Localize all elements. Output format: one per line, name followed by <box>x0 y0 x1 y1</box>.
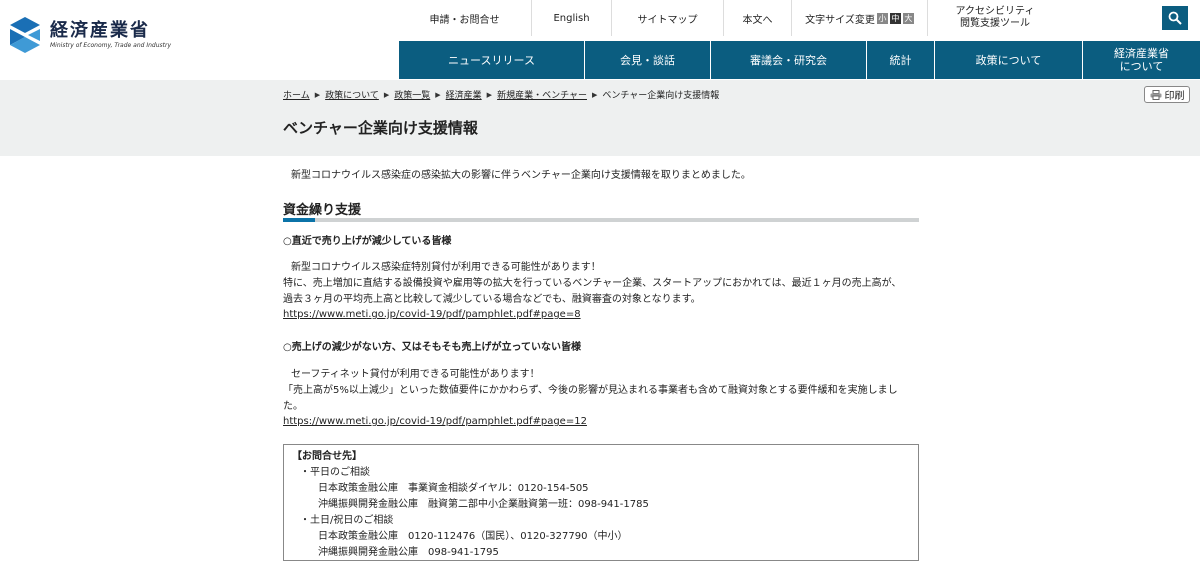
breadcrumb-venture[interactable]: 新規産業・ベンチャー <box>497 88 587 101</box>
site-logo[interactable]: 経済産業省 Ministry of Economy, Trade and Ind… <box>6 15 171 55</box>
contact-weekday-label: ・平日のご相談 <box>300 467 370 478</box>
section-divider-accent <box>283 218 315 222</box>
breadcrumb-arrow-icon: ▶ <box>486 90 493 99</box>
breadcrumb-home[interactable]: ホーム <box>283 88 310 101</box>
font-size-large-button[interactable]: 大 <box>902 12 914 24</box>
nav-statistics[interactable]: 統計 <box>867 41 935 79</box>
breadcrumb-current: ベンチャー企業向け支援情報 <box>602 91 720 101</box>
block2-heading: ○売上げの減少がない方、又はそもそも売上げが立っていない皆様 <box>283 342 582 353</box>
breadcrumb-arrow-icon: ▶ <box>314 90 321 99</box>
breadcrumb-policy-list[interactable]: 政策一覧 <box>394 88 430 101</box>
font-size-small-button[interactable]: 小 <box>876 12 888 24</box>
font-size-label: 文字サイズ変更 <box>805 14 875 26</box>
meti-logo-icon <box>6 15 44 55</box>
print-label: 印刷 <box>1164 91 1185 102</box>
block1-heading: ○直近で売り上げが減少している皆様 <box>283 236 452 247</box>
contact-box: 【お問合せ先】 ・平日のご相談 日本政策金融公庫 事業資金相談ダイヤル：0120… <box>283 444 919 561</box>
breadcrumb-arrow-icon: ▶ <box>591 90 598 99</box>
font-size-medium-button[interactable]: 中 <box>889 12 901 24</box>
accessibility-line2: 閲覧支援ツール <box>960 18 1030 29</box>
contact-holiday-jfc: 日本政策金融公庫 0120-112476（国民）、0120-327790（中小） <box>318 531 628 542</box>
logo-subtitle: Ministry of Economy, Trade and Industry <box>50 41 172 49</box>
block1-line1: 新型コロナウイルス感染症特別貸付が利用できる可能性があります！ <box>291 262 601 273</box>
contact-title: 【お問合せ先】 <box>292 451 362 462</box>
main-nav: ニュースリリース 会見・談話 審議会・研究会 統計 政策について 経済産業省 に… <box>399 41 1200 79</box>
accessibility-tool-link[interactable]: アクセシビリティ 閲覧支援ツール <box>928 0 1062 36</box>
nav-policy[interactable]: 政策について <box>935 41 1083 79</box>
contact-link[interactable]: 申請・お問合せ <box>398 0 532 36</box>
section-title: 資金繰り支援 <box>283 203 362 218</box>
breadcrumb-arrow-icon: ▶ <box>435 90 441 99</box>
breadcrumb-policy[interactable]: 政策について <box>325 88 379 101</box>
english-link[interactable]: English <box>532 0 612 36</box>
page-title: ベンチャー企業向け支援情報 <box>283 119 478 137</box>
contact-holiday-okinawa: 沖縄振興開発金融公庫 098-941-1795 <box>318 547 499 558</box>
block2-line2: 「売上高が5%以上減少」といった数値要件にかかわらず、今後の影響が見込まれる事業… <box>283 385 898 396</box>
contact-weekday-okinawa: 沖縄振興開発金融公庫 融資第二部中小企業融資第一班：098-941-1785 <box>318 499 649 510</box>
block2-pdf-link[interactable]: https://www.meti.go.jp/covid-19/pdf/pamp… <box>283 416 587 427</box>
printer-icon <box>1150 89 1161 100</box>
search-button[interactable] <box>1162 6 1188 30</box>
nav-news-release[interactable]: ニュースリリース <box>399 41 585 79</box>
nav-about-line1: 経済産業省 <box>1114 47 1169 60</box>
search-icon <box>1168 11 1182 25</box>
breadcrumb-economy[interactable]: 経済産業 <box>446 88 482 101</box>
breadcrumb: ホーム ▶ 政策について ▶ 政策一覧 ▶ 経済産業 ▶ 新規産業・ベンチャー … <box>283 88 720 102</box>
site-header: 経済産業省 Ministry of Economy, Trade and Ind… <box>0 0 1200 80</box>
print-button[interactable]: 印刷 <box>1144 86 1190 103</box>
nav-about-line2: について <box>1119 60 1164 73</box>
block1-pdf-link[interactable]: https://www.meti.go.jp/covid-19/pdf/pamp… <box>283 309 581 320</box>
block2-line1: セーフティネット貸付が利用できる可能性があります！ <box>291 369 540 380</box>
block2-line3: た。 <box>283 401 303 412</box>
sitemap-link[interactable]: サイトマップ <box>612 0 724 36</box>
contact-weekday-jfc: 日本政策金融公庫 事業資金相談ダイヤル：0120-154-505 <box>318 483 589 494</box>
nav-press-conference[interactable]: 会見・談話 <box>585 41 711 79</box>
utility-nav: 申請・お問合せ English サイトマップ 本文へ 文字サイズ変更 小 中 大… <box>398 0 1062 40</box>
logo-title: 経済産業省 <box>50 19 150 41</box>
nav-councils[interactable]: 審議会・研究会 <box>711 41 867 79</box>
lead-text: 新型コロナウイルス感染症の感染拡大の影響に伴うベンチャー企業向け支援情報を取りま… <box>291 170 751 181</box>
block1-line3: 過去３ヶ月の平均売上高と比較して減少している場合などでも、融資審査の対象となりま… <box>283 294 701 305</box>
accessibility-line1: アクセシビリティ <box>955 6 1035 17</box>
contact-holiday-label: ・土日/祝日のご相談 <box>300 515 394 526</box>
font-size-control: 文字サイズ変更 小 中 大 <box>792 0 928 36</box>
block1-line2: 特に、売上増加に直結する設備投資や雇用等の拡大を行っているベンチャー企業、スター… <box>283 278 902 289</box>
nav-about-meti[interactable]: 経済産業省 について <box>1083 41 1200 79</box>
breadcrumb-arrow-icon: ▶ <box>383 90 390 99</box>
skip-to-content-link[interactable]: 本文へ <box>724 0 792 36</box>
section-divider <box>283 218 919 222</box>
